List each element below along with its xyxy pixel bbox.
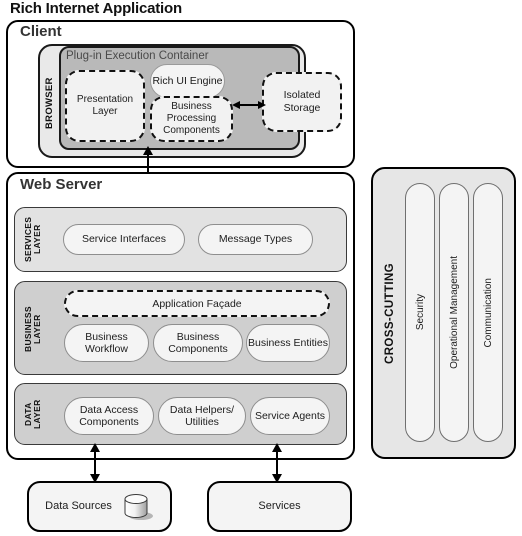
- business-processing-components-node[interactable]: Business Processing Components: [150, 96, 233, 142]
- presentation-layer-node[interactable]: Presentation Layer: [65, 70, 145, 142]
- data-sources-node[interactable]: Data Sources: [27, 481, 172, 532]
- isolated-storage-node[interactable]: Isolated Storage: [262, 72, 342, 132]
- cross-cutting-communication-label: Communication: [482, 277, 494, 348]
- rich-ui-engine-node[interactable]: Rich UI Engine: [150, 64, 225, 98]
- client-label: Client: [20, 23, 62, 40]
- services-layer-label: SERVICES LAYER: [23, 216, 42, 263]
- bidirectional-arrow-icon-services: [272, 443, 282, 483]
- browser-label: BROWSER: [44, 77, 56, 129]
- bidirectional-arrow-icon-isolated-storage: [232, 101, 266, 109]
- services-external-node[interactable]: Services: [207, 481, 352, 532]
- database-cylinder-icon: [120, 490, 154, 524]
- data-sources-label: Data Sources: [45, 499, 112, 512]
- business-layer-label: BUSINESS LAYER: [23, 306, 42, 352]
- cross-cutting-security-label: Security: [414, 294, 426, 331]
- bidirectional-arrow-icon-data-sources: [90, 443, 100, 483]
- service-interfaces-node[interactable]: Service Interfaces: [63, 224, 185, 255]
- web-server-label: Web Server: [20, 176, 103, 193]
- business-workflow-node[interactable]: Business Workflow: [64, 324, 149, 362]
- cross-cutting-security-node[interactable]: Security: [405, 183, 435, 442]
- page-title: Rich Internet Application: [10, 0, 182, 17]
- cross-cutting-operational-management-node[interactable]: Operational Management: [439, 183, 469, 442]
- message-types-node[interactable]: Message Types: [198, 224, 313, 255]
- cross-cutting-label: CROSS-CUTTING: [383, 262, 396, 364]
- business-components-node[interactable]: Business Components: [153, 324, 243, 362]
- cross-cutting-communication-node[interactable]: Communication: [473, 183, 503, 442]
- data-helpers-utilities-node[interactable]: Data Helpers/ Utilities: [158, 397, 246, 435]
- plugin-execution-container-title: Plug-in Execution Container: [66, 50, 209, 62]
- business-entities-node[interactable]: Business Entities: [246, 324, 330, 362]
- cross-cutting-operational-management-label: Operational Management: [448, 256, 460, 369]
- data-access-components-node[interactable]: Data Access Components: [64, 397, 154, 435]
- service-agents-node[interactable]: Service Agents: [250, 397, 330, 435]
- application-facade-node[interactable]: Application Façade: [64, 290, 330, 317]
- data-layer-label: DATA LAYER: [23, 399, 42, 430]
